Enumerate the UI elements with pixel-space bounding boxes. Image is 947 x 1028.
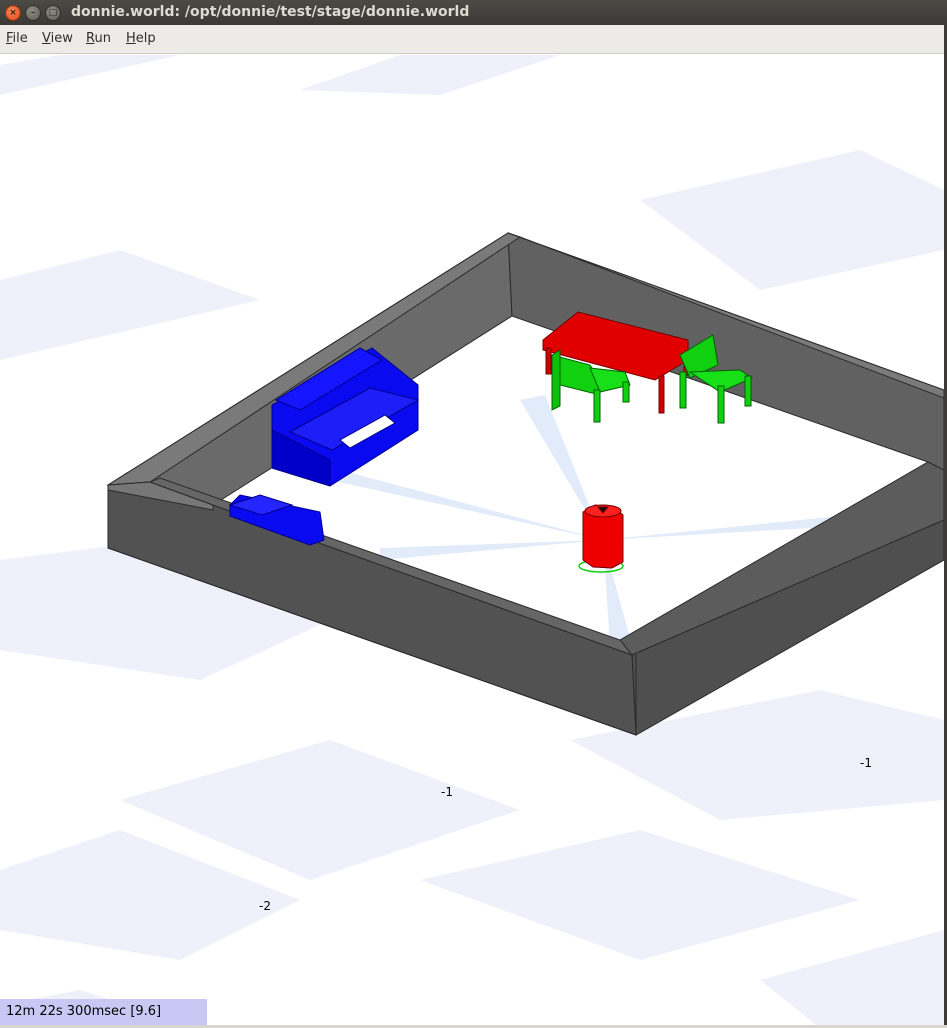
axis-label-left: -2 [259, 899, 271, 913]
simulation-clock: 12m 22s 300msec [9.6] [0, 999, 207, 1025]
axis-label-right: -1 [860, 756, 872, 770]
robot [578, 504, 624, 573]
window-title: donnie.world: /opt/donnie/test/stage/don… [71, 4, 470, 20]
menu-file[interactable]: File [6, 31, 28, 46]
minimize-window-icon[interactable]: – [25, 5, 41, 21]
maximize-window-icon[interactable]: □ [45, 5, 61, 21]
stage-window: × – □ donnie.world: /opt/donnie/test/sta… [0, 0, 947, 1028]
title-bar: × – □ donnie.world: /opt/donnie/test/sta… [0, 0, 947, 25]
menu-run[interactable]: Run [86, 31, 111, 46]
menu-view[interactable]: View [42, 31, 73, 46]
menu-help[interactable]: Help [126, 31, 156, 46]
close-window-icon[interactable]: × [5, 5, 21, 21]
world-viewport[interactable]: -1 -1 -2 [0, 54, 944, 1028]
menu-bar: File View Run Help [0, 25, 944, 54]
axis-label-middle: -1 [441, 785, 453, 799]
